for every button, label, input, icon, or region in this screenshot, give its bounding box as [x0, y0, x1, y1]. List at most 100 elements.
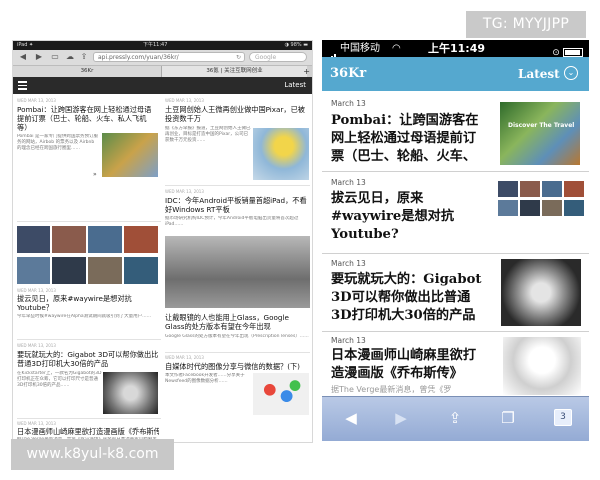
- article-excerpt: 据《东方早报》报道，土豆网创始人王微已再创业，目标是打造中国的Pixar，公司已…: [165, 126, 251, 143]
- forward-icon[interactable]: ▶: [390, 410, 412, 426]
- article-title-line[interactable]: 要玩就玩大的：Gigabot: [331, 271, 503, 289]
- video-thumbnail: [124, 257, 158, 284]
- article-title[interactable]: IDC：今年Android平板销量首超iPad，不看好Windows RT平板: [165, 196, 309, 214]
- article-title-line[interactable]: 票（巴士、轮船、火车、: [331, 148, 501, 166]
- article-title[interactable]: 自媒体时代的图像分享与微信的数据？(下): [165, 362, 309, 371]
- article-excerpt: 在Kickstarter上，一款名为Gigabot的3D打印机正在众筹，它可以打…: [17, 371, 102, 388]
- article-thumbnail: [253, 128, 309, 180]
- article-title-line[interactable]: Youtube?: [331, 226, 501, 244]
- new-tab-icon[interactable]: +: [303, 66, 310, 77]
- article-thumbnail: [501, 259, 581, 326]
- article-date: March 13: [331, 99, 366, 108]
- divider: [322, 253, 589, 254]
- pages-count[interactable]: 3: [554, 409, 572, 426]
- article-excerpt: Google Glass的处方版本有望在今年出现（Prescription le…: [165, 334, 309, 339]
- article-title-line[interactable]: Pombai：让跨国游客在: [331, 112, 501, 130]
- ipad-url-text: api.pressly.com/yuan/36kr/: [98, 54, 179, 61]
- iphone-status-bar: 中国移动 ◠ 上午11:49 ⊙: [322, 40, 589, 63]
- article-title-line[interactable]: 网上轻松通过母语提前订: [331, 130, 501, 148]
- video-thumbnail: [52, 257, 86, 284]
- bookmarks-icon[interactable]: ▭: [51, 53, 59, 61]
- ipad-screen: iPad ✦ 下午11:47 ◑ 98% ▬ ◀ ▶ ▭ ☁ ⇪ api.pre…: [12, 40, 313, 443]
- back-icon[interactable]: ◀: [340, 410, 362, 426]
- divider: [17, 418, 161, 419]
- article-date: WED MAR 13, 2013: [165, 98, 204, 103]
- article-title[interactable]: 要玩就玩大的：Gigabot 3D可以帮你做出比普通3D打印机大30倍的产品: [17, 350, 159, 368]
- article-date: WED MAR 13, 2013: [17, 421, 56, 426]
- article-title[interactable]: 土豆网创始人王微再创业做中国Pixar，已被投资数千万: [165, 105, 309, 123]
- menu-icon[interactable]: [18, 81, 27, 90]
- article-date: March 13: [331, 178, 366, 187]
- bookmarks-icon[interactable]: ❐: [497, 410, 519, 426]
- article-date: WED MAR 13, 2013: [17, 288, 56, 293]
- video-thumbnail: [88, 257, 122, 284]
- video-thumbnail: [564, 181, 584, 197]
- article-thumbnail: [103, 372, 158, 414]
- video-thumbnail: [17, 226, 50, 253]
- share-icon[interactable]: ⇪: [444, 410, 466, 426]
- divider: [322, 171, 589, 172]
- cloud-icon[interactable]: ☁: [66, 53, 74, 61]
- article-title-line[interactable]: 3D可以帮你做出比普通: [331, 289, 503, 307]
- iphone-screen: 中国移动 ◠ 上午11:49 ⊙ 36Kr Latest ⌄ March 13 …: [322, 40, 589, 441]
- iphone-carrier: 中国移动: [340, 43, 380, 54]
- glass-wearer-photo: [165, 236, 310, 308]
- reload-icon[interactable]: ↻: [236, 53, 241, 63]
- article-date: WED MAR 13, 2013: [165, 189, 204, 194]
- tab-36kr-cn[interactable]: 36氪 | 关注互联网创业: [161, 66, 307, 77]
- iphone-status-time: 上午11:49: [428, 42, 486, 55]
- article-title[interactable]: Pombai：让跨国游客在网上轻松通过母语提前订票（巴士、轮船、火车、私人飞机等…: [17, 105, 157, 132]
- ipad-tab-bar: 36Kr 36氪 | 关注互联网创业 +: [13, 66, 312, 77]
- article-title-line[interactable]: 3D打印机大30倍的产品: [331, 307, 503, 325]
- ipad-status-bar: iPad ✦ 下午11:47 ◑ 98% ▬: [13, 41, 312, 50]
- app-logo[interactable]: 36Kr: [330, 57, 366, 91]
- article-excerpt: 本文作者Facebook开发者……分享关于Newsfeed的图像数据分析……: [165, 373, 245, 384]
- article-title-line[interactable]: 造漫画版《乔布斯传》: [331, 365, 503, 383]
- video-thumbnail: [17, 257, 50, 284]
- article-excerpt: 据市场研究机构IDC预计，今年Android平板电脑出货量将首次超过iPad……: [165, 216, 299, 227]
- article-thumbnail: [102, 133, 158, 177]
- video-thumbnail: [520, 200, 540, 216]
- article-date: March 13: [331, 259, 366, 268]
- wifi-icon: ◠: [392, 43, 401, 54]
- video-thumbnail: [542, 200, 562, 216]
- article-title-line[interactable]: #waywire是想对抗: [331, 208, 501, 226]
- ipad-address-bar[interactable]: api.pressly.com/yuan/36kr/ ↻: [93, 52, 245, 62]
- iphone-app-header: 36Kr Latest ⌄: [322, 57, 589, 91]
- ipad-status-battery: ◑ 98% ▬: [284, 42, 308, 48]
- video-thumbnail: [542, 181, 562, 197]
- article-excerpt: Pombai 是一家专门提供跨国票务预订服务的网站，Airbob 的票务以及 A…: [17, 134, 98, 151]
- article-excerpt: 据The Verge最新消息，曾凭《罗: [331, 385, 452, 394]
- ipad-latest-label[interactable]: Latest: [284, 77, 306, 94]
- divider: [17, 339, 161, 340]
- jobs-sketch-thumbnail: [503, 337, 581, 395]
- video-thumbnail: [498, 200, 518, 216]
- article-title[interactable]: 日本漫画师山崎麻里欲打造漫画版《乔布斯传》: [17, 427, 159, 436]
- chevron-right-icon[interactable]: »: [93, 171, 97, 178]
- share-icon[interactable]: ⇪: [80, 53, 88, 61]
- article-date: March 13: [331, 336, 366, 345]
- ipad-app-header: Latest: [13, 77, 312, 94]
- article-date: WED MAR 13, 2013: [165, 355, 204, 360]
- article-title[interactable]: 拔云见日，原来#waywire是想对抗Youtube？: [17, 294, 157, 312]
- article-thumbnail: Discover The Travel: [500, 102, 580, 165]
- article-title[interactable]: 让戴眼镜的人也能用上Glass，Google Glass的处方版本有望在今年出现: [165, 313, 309, 331]
- article-date: WED MAR 13, 2013: [17, 98, 56, 103]
- video-thumbnail: [52, 226, 86, 253]
- tab-36kr[interactable]: 36Kr: [13, 66, 161, 77]
- safari-toolbar: ◀ ▶ ⇪ ❐ 3: [322, 396, 589, 441]
- divider: [165, 352, 310, 353]
- divider: [322, 331, 589, 332]
- ipad-search-field[interactable]: Google: [249, 52, 307, 62]
- article-thumbnail: [253, 373, 309, 415]
- iphone-latest-label[interactable]: Latest: [518, 57, 560, 91]
- ipad-status-time: 下午11:47: [143, 42, 168, 48]
- divider: [165, 185, 310, 186]
- forward-icon[interactable]: ▶: [35, 53, 43, 61]
- article-title-line[interactable]: 日本漫画师山崎麻里欲打: [331, 347, 503, 365]
- divider: [17, 221, 161, 222]
- thumbnail-caption: Discover The Travel: [508, 122, 575, 129]
- back-icon[interactable]: ◀: [19, 53, 27, 61]
- article-title-line[interactable]: 拔云见日，原来: [331, 190, 501, 208]
- chevron-down-icon[interactable]: ⌄: [564, 66, 578, 80]
